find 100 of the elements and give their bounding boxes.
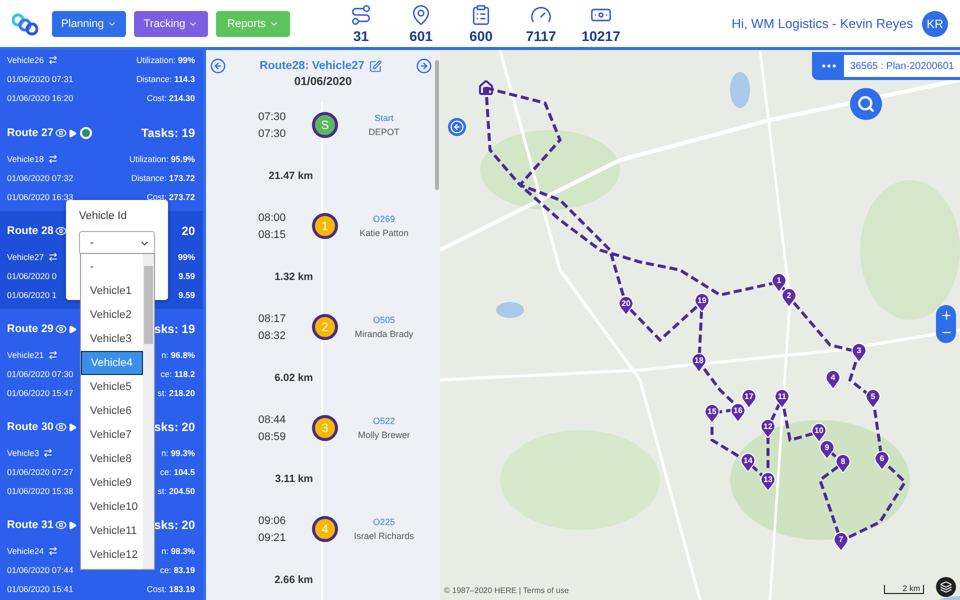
utilization: Utilization: 99% [136,54,195,64]
stop-id[interactable]: O225 [372,517,396,527]
stop-pin[interactable]: 1 [771,272,787,292]
greeting: Hi, WM Logistics - Kevin Reyes [732,16,913,31]
cost: st: 218.20 [158,388,195,398]
stop-id[interactable]: O522 [372,416,396,426]
cost: st: 204.50 [158,486,195,496]
start-time: 01/06/2020 07:27 [7,466,74,476]
map-attribution: © 1987–2020 HERE | Terms of use [444,586,569,595]
departure-time: 08:59 [258,430,286,442]
menu-button[interactable]: Planning [52,10,126,36]
stat-value: 10217 [582,28,620,44]
vehicle-name: Vehicle18 [7,154,44,164]
vehicle-name: Vehicle3 [7,448,40,458]
stop-marker: 4 [312,516,338,542]
stop-pin[interactable]: 17 [741,388,757,408]
stop-pin[interactable]: 4 [825,369,841,389]
leg-distance: 21.47 km [268,170,313,182]
route-link[interactable]: Route28: Vehicle27 [260,60,364,72]
stop-pin[interactable]: 19 [694,292,710,312]
distance: ce: 104.5 [160,466,195,476]
arrival-time: 07:30 [258,110,286,122]
stat-value: 7117 [526,28,556,44]
field-label: Vehicle Id [79,210,128,222]
distance: ce: 83.19 [160,564,195,574]
stop-pin[interactable]: 11 [774,388,790,408]
utilization: n: 99.3% [161,448,195,458]
cost: Cost: 214.30 [146,92,195,102]
utilization: Utilization: 95.9% [129,154,195,164]
vehicle-name: Vehicle21 [7,350,44,360]
route-title: Route 31 [7,519,54,531]
end-time: 01/06/2020 16:33 [7,192,74,202]
end-time: 01/06/2020 16:20 [7,92,74,102]
stop-id[interactable]: O269 [372,214,396,224]
route-title: Route 28 [7,225,54,237]
leg-distance: 1.32 km [273,270,313,282]
end-time: 01/06/2020 15:47 [7,388,74,398]
arrival-time: 08:44 [258,414,286,426]
arrival-time: 08:00 [258,212,286,224]
leg-distance: 2.66 km [273,574,313,586]
stop-pin[interactable]: 3 [851,342,867,362]
stop-pin[interactable]: 13 [760,471,776,491]
stop-marker: 3 [312,415,338,441]
route-date: 01/06/2020 [293,76,353,88]
start-time: 01/06/2020 07:32 [7,172,74,182]
stop-name: Miranda Brady [354,329,414,339]
departure-time: 07:30 [258,128,286,140]
start-time: 01/06/2020 07:44 [7,564,74,574]
stop-id[interactable]: O505 [372,315,396,325]
stop-pin[interactable]: 20 [618,295,634,315]
plan-name[interactable]: 36565 : Plan-20200601 [844,55,960,77]
utilization: n: 98.3% [161,546,195,556]
stop-pin[interactable]: 15 [704,403,720,423]
stop-pin[interactable]: 6 [874,450,890,470]
task-count: sks: 20 [154,420,195,434]
task-count: sks: 19 [154,322,195,336]
menu-button[interactable]: Tracking [134,10,208,36]
departure-time: 08:32 [258,330,286,342]
stop-marker: 2 [312,314,338,340]
stop-pin[interactable]: 16 [730,402,746,422]
task-count: sks: 20 [154,518,195,532]
avatar[interactable]: KR [922,10,948,36]
stop-marker: S [312,112,338,138]
start-time: 01/06/2020 07:30 [7,368,74,378]
stat-value: 600 [469,28,493,44]
distance: 9.59 [178,270,195,280]
stop-marker: 1 [312,213,338,239]
stop-pin[interactable]: 14 [740,452,756,472]
stat-value: 31 [353,28,369,44]
cost: Cost: 183.19 [146,584,195,594]
cost: 9.59 [178,290,195,300]
leg-distance: 6.02 km [273,372,313,384]
start-time: 01/06/2020 07:31 [7,74,74,84]
vehicle-name: Vehicle26 [7,54,44,64]
arrival-time: 09:06 [258,514,286,526]
start-time: 01/06/2020 0 [7,270,57,280]
vehicle-name: Vehicle24 [7,546,44,556]
stop-pin[interactable]: 12 [760,418,776,438]
departure-time: 09:21 [258,532,286,544]
map-scale: 2 km [884,585,924,594]
stop-name: DEPOT [368,127,400,137]
stop-id[interactable]: Start [374,113,394,123]
departure-time: 08:15 [258,228,286,240]
distance: Distance: 173.72 [131,172,195,182]
stop-pin[interactable]: 2 [781,287,797,307]
distance: ce: 118.2 [160,368,195,378]
utilization: 99% [178,252,195,262]
stop-pin[interactable]: 5 [865,388,881,408]
stop-name: Molly Brewer [358,430,410,440]
stop-pin[interactable]: 7 [833,531,849,551]
leg-distance: 3.11 km [274,472,313,484]
stop-pin[interactable]: 18 [691,352,707,372]
arrival-time: 08:17 [258,312,286,324]
stop-pin[interactable]: 10 [811,422,827,442]
route-title: Route 27 [7,127,54,139]
stop-pin[interactable]: 9 [819,439,835,459]
end-time: 01/06/2020 15:38 [7,486,74,496]
stat-value: 601 [409,28,433,44]
route-title: Route 30 [7,421,54,433]
stop-pin[interactable]: 8 [835,453,851,473]
